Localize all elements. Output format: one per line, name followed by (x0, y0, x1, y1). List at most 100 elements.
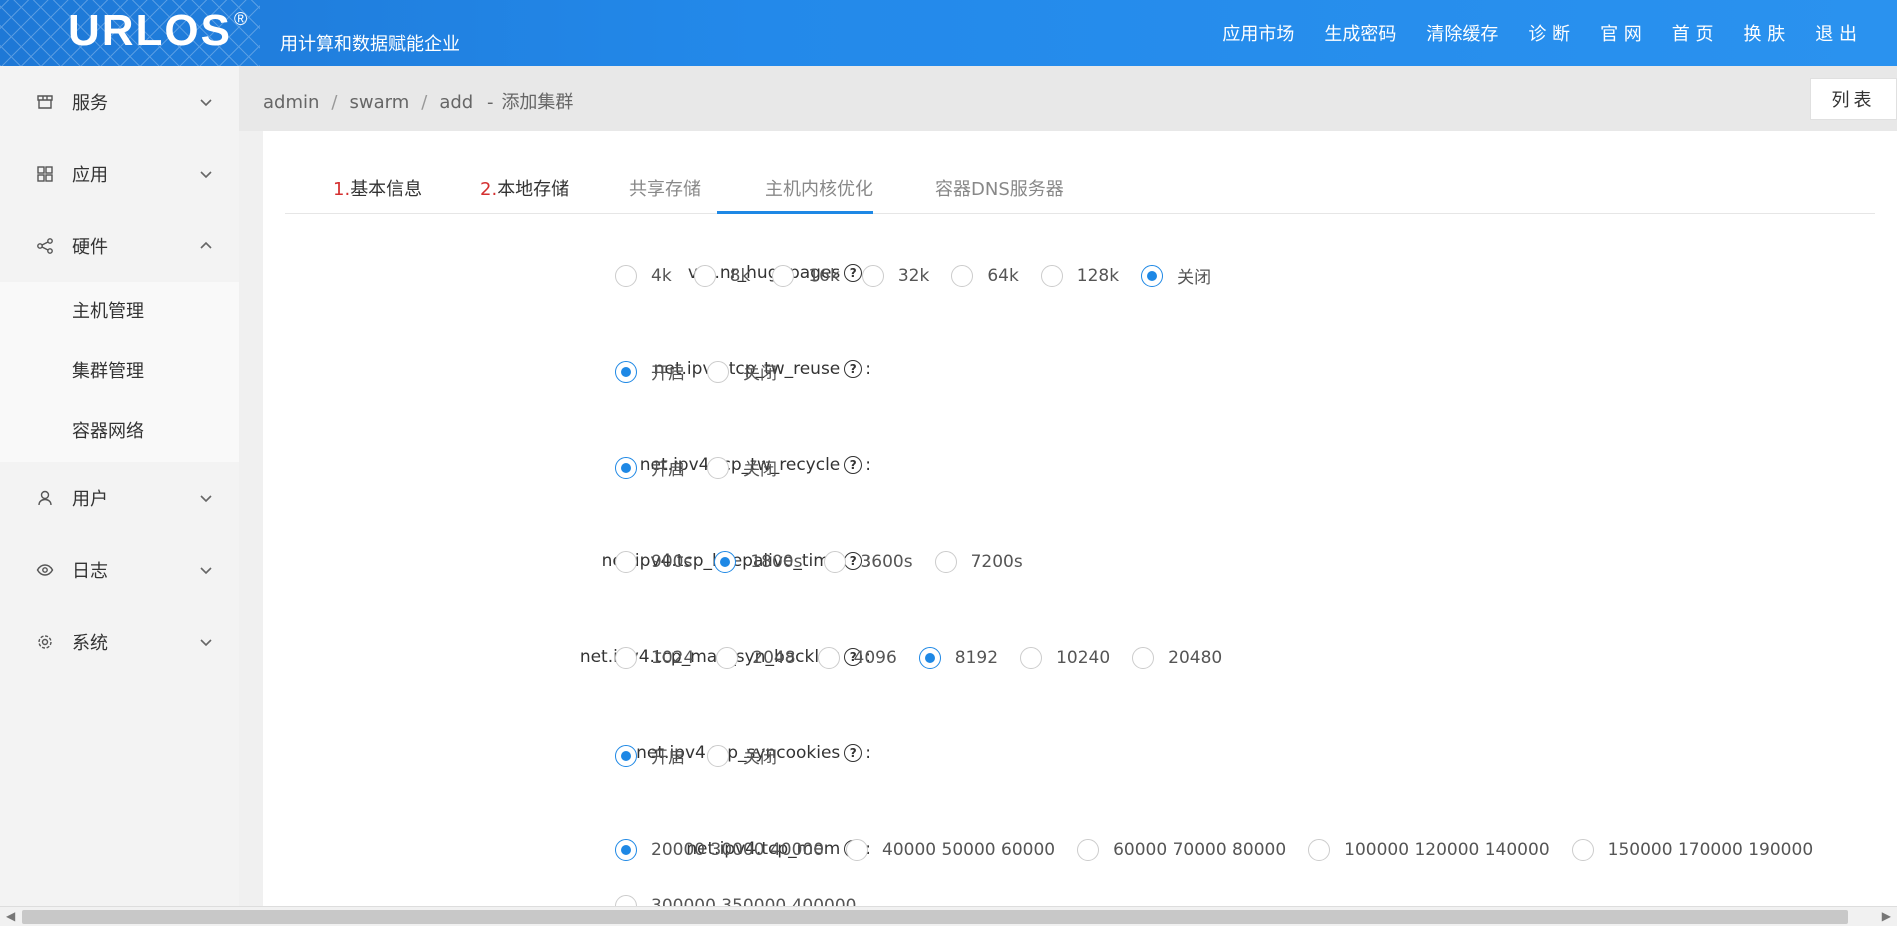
radio-button[interactable] (615, 895, 637, 906)
nav-home[interactable]: 首 页 (1672, 20, 1714, 46)
help-icon[interactable]: ? (844, 360, 863, 378)
radio-button[interactable] (615, 264, 637, 287)
nav-app-market[interactable]: 应用市场 (1222, 20, 1294, 46)
radio-button[interactable] (934, 551, 957, 573)
radio-button-checked[interactable] (615, 456, 637, 479)
tab-kernel-optimization[interactable]: 主机内核优化 (765, 175, 873, 214)
sidebar-item-log[interactable]: 日志 (0, 534, 239, 606)
radio-button-checked[interactable] (1141, 264, 1164, 287)
radio-option[interactable]: 关闭 (707, 455, 777, 480)
radio-option[interactable]: 关闭 (707, 743, 777, 768)
radio-option[interactable]: 开启 (615, 455, 685, 480)
radio-label: 900s (651, 552, 693, 572)
radio-button[interactable] (1040, 264, 1063, 287)
radio-option[interactable]: 900s (615, 551, 692, 573)
radio-button[interactable] (1020, 647, 1043, 669)
radio-option[interactable]: 3600s (824, 551, 913, 573)
radio-option[interactable]: 100000 120000 140000 (1308, 839, 1550, 861)
radio-button[interactable] (1077, 839, 1100, 861)
sidebar-item-system[interactable]: 系统 (0, 606, 239, 678)
radio-label: 4k (651, 265, 672, 286)
radio-button[interactable] (707, 744, 729, 767)
nav-logout[interactable]: 退 出 (1815, 20, 1857, 46)
radio-option[interactable]: 1800s (714, 551, 802, 573)
hardware-submenu: 主机管理 集群管理 容器网络 (0, 282, 239, 462)
breadcrumb-admin[interactable]: admin (263, 92, 319, 113)
sidebar-item-user[interactable]: 用户 (0, 462, 239, 534)
scrollbar-thumb[interactable] (22, 910, 1848, 924)
radio-option[interactable]: 40000 50000 60000 (846, 839, 1055, 861)
radio-button-checked[interactable] (714, 551, 737, 573)
radio-label: 8192 (954, 648, 999, 668)
logo[interactable]: URLOS ® (68, 6, 249, 56)
nav-diagnose[interactable]: 诊 断 (1528, 20, 1570, 46)
radio-option[interactable]: 16k (772, 263, 840, 288)
radio-button[interactable] (716, 647, 739, 669)
tab-container-dns[interactable]: 容器DNS服务器 (935, 175, 1064, 214)
radio-button[interactable] (1571, 839, 1594, 861)
nav-change-skin[interactable]: 换 肤 (1744, 20, 1786, 46)
scroll-right-icon[interactable]: ▶ (1882, 909, 1891, 923)
radio-button[interactable] (1132, 647, 1155, 669)
radio-label: 关闭 (1177, 268, 1212, 288)
radio-option[interactable]: 关闭 (707, 359, 777, 384)
sidebar-item-hardware[interactable]: 硬件 (0, 210, 239, 282)
radio-option[interactable]: 60000 70000 80000 (1077, 839, 1286, 861)
radio-button[interactable] (824, 551, 847, 573)
radio-option[interactable]: 4k (615, 263, 672, 288)
radio-button-checked[interactable] (615, 744, 637, 767)
help-icon[interactable]: ? (844, 456, 863, 474)
radio-option[interactable]: 10240 (1020, 647, 1110, 669)
tab-shared-storage[interactable]: 共享存储 (629, 175, 701, 214)
radio-button[interactable] (615, 647, 637, 669)
radio-button[interactable] (951, 264, 974, 287)
submenu-cluster-management[interactable]: 集群管理 (0, 342, 239, 402)
radio-option[interactable]: 20480 (1132, 647, 1222, 669)
radio-button[interactable] (693, 264, 716, 287)
sidebar-item-service[interactable]: 服务 (0, 66, 239, 138)
help-icon[interactable]: ? (844, 744, 863, 762)
radio-option[interactable]: 150000 170000 190000 (1571, 839, 1814, 861)
radio-button[interactable] (615, 551, 637, 573)
nav-official-site[interactable]: 官 网 (1600, 20, 1642, 46)
radio-option[interactable]: 8k (693, 263, 750, 288)
radio-option[interactable]: 1024 (615, 647, 694, 669)
submenu-host-management[interactable]: 主机管理 (0, 282, 239, 342)
nav-generate-password[interactable]: 生成密码 (1324, 20, 1396, 46)
radio-button[interactable] (707, 456, 729, 479)
radio-option[interactable]: 20000 30000 40000 (615, 839, 824, 861)
radio-option[interactable]: 64k (951, 263, 1019, 288)
radio-option[interactable]: 4096 (817, 647, 897, 669)
list-button[interactable]: 列表 (1810, 78, 1897, 120)
radio-option[interactable]: 开启 (615, 743, 685, 768)
scroll-left-icon[interactable]: ◀ (6, 909, 15, 923)
radio-option[interactable]: 32k (861, 263, 929, 288)
radio-button[interactable] (707, 360, 729, 383)
nav-clear-cache[interactable]: 清除缓存 (1426, 20, 1498, 46)
radio-button[interactable] (1308, 839, 1331, 861)
radio-button[interactable] (817, 647, 840, 669)
user-icon (36, 489, 54, 507)
radio-option[interactable]: 2048 (716, 647, 796, 669)
radio-button-checked[interactable] (615, 839, 637, 861)
radio-option[interactable]: 开启 (615, 359, 685, 384)
radio-button[interactable] (772, 264, 795, 287)
radio-button-checked[interactable] (615, 360, 637, 383)
radio-option[interactable]: 7200s (934, 551, 1023, 573)
radio-button[interactable] (846, 839, 869, 861)
radio-label: 150000 170000 190000 (1607, 840, 1814, 860)
radio-option[interactable]: 128k (1040, 263, 1119, 288)
tab-basic-info[interactable]: 1.基本信息 (333, 175, 422, 214)
tab-local-storage[interactable]: 2.本地存储 (480, 175, 569, 214)
submenu-container-network[interactable]: 容器网络 (0, 402, 239, 462)
radio-option[interactable]: 300000 350000 400000 (615, 895, 857, 906)
radio-option[interactable]: 关闭 (1141, 263, 1211, 288)
sidebar-item-app[interactable]: 应用 (0, 138, 239, 210)
radio-button[interactable] (861, 264, 884, 287)
radio-option[interactable]: 8192 (918, 647, 999, 669)
horizontal-scrollbar[interactable]: ◀ ▶ (0, 906, 1897, 926)
radio-button-checked[interactable] (918, 647, 941, 669)
sidebar: 服务 应用 硬件 主机管理 集群管理 容器网络 用户 日志 系统 (0, 66, 239, 906)
label-colon: : (865, 455, 871, 475)
breadcrumb-swarm[interactable]: swarm (349, 92, 409, 113)
